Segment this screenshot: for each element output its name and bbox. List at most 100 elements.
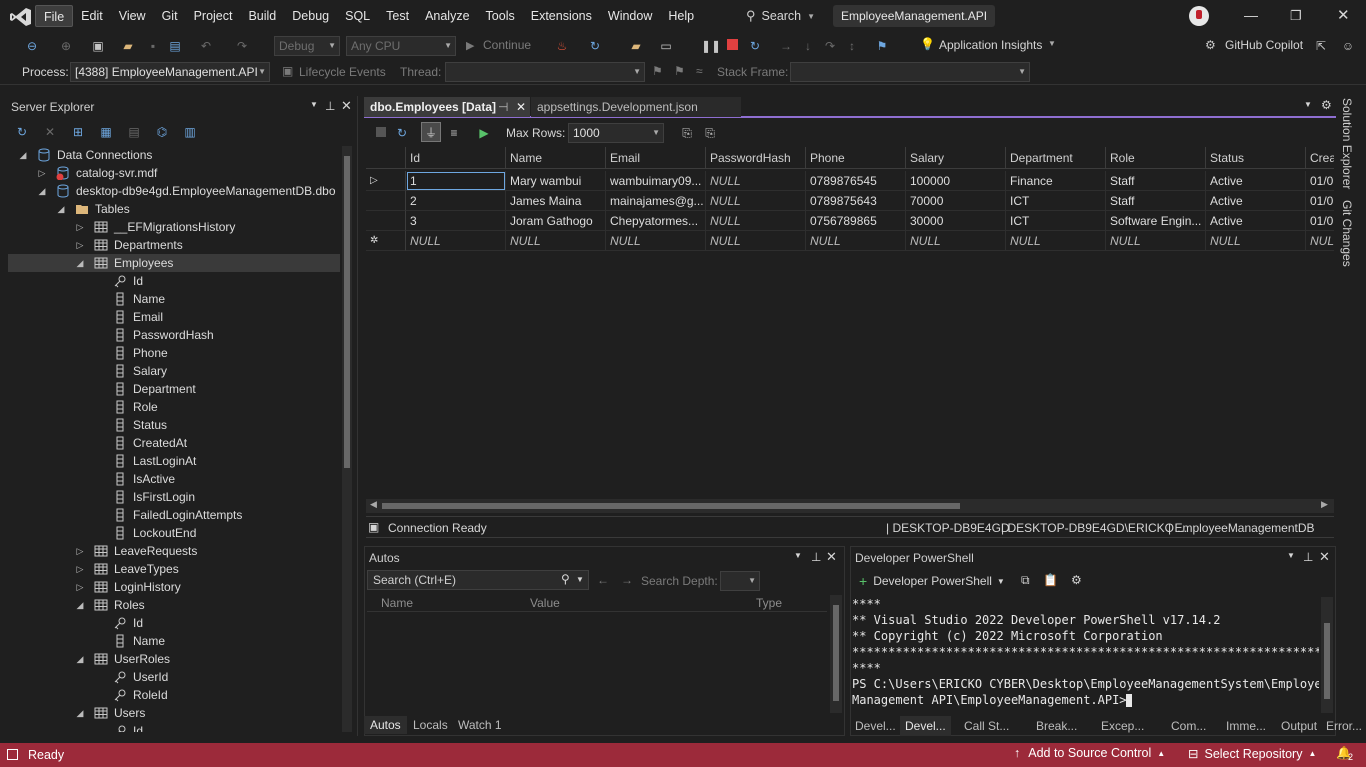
column-header[interactable]: Crea xyxy=(1306,147,1334,169)
tree-item[interactable]: Id xyxy=(8,272,340,290)
grid-cell[interactable]: ICT xyxy=(1006,191,1106,211)
azure-icon[interactable]: ▤ xyxy=(124,122,144,142)
search-box[interactable]: ⚲ Search ▼ xyxy=(746,5,815,27)
menu-view[interactable]: View xyxy=(111,5,154,27)
sharepoint-icon[interactable]: ⌬ xyxy=(152,122,172,142)
grid-cell[interactable]: NULL xyxy=(1006,231,1106,251)
chevron-down-icon[interactable]: ▼ xyxy=(310,100,318,109)
menu-help[interactable]: Help xyxy=(660,5,702,27)
collapse-icon[interactable]: ◢ xyxy=(75,254,85,272)
tool-tab[interactable]: Com... xyxy=(1166,716,1211,736)
column-header[interactable]: Role xyxy=(1106,147,1206,169)
grid-cell[interactable]: 01/0 xyxy=(1306,211,1334,231)
tree-item[interactable]: Role xyxy=(8,398,340,416)
scroll-right-icon[interactable]: ▶ xyxy=(1321,499,1328,510)
tab-appsettings[interactable]: appsettings.Development.json xyxy=(531,97,741,117)
minimize-icon[interactable]: — xyxy=(1244,7,1258,23)
max-rows-dropdown[interactable]: 1000 ▼ xyxy=(568,123,664,143)
tree-scrollbar-thumb[interactable] xyxy=(344,156,350,468)
chevron-down-icon[interactable]: ▼ xyxy=(1304,100,1312,109)
new-terminal-button[interactable]: + Developer PowerShell ▼ xyxy=(859,572,1005,590)
collapse-icon[interactable]: ◢ xyxy=(75,596,85,614)
redo-icon[interactable]: ↷ xyxy=(232,36,252,56)
tree-item[interactable]: ▷ Departments xyxy=(8,236,340,254)
tree-item[interactable]: ▷ __EFMigrationsHistory xyxy=(8,218,340,236)
tab-solution-explorer[interactable]: Solution Explorer xyxy=(1340,98,1354,189)
tool-tab[interactable]: Output xyxy=(1276,716,1322,736)
tree-item[interactable]: ◢ Tables xyxy=(8,200,340,218)
tree-item[interactable]: UserId xyxy=(8,668,340,686)
chevron-down-icon[interactable]: ▼ xyxy=(1287,551,1295,560)
feedback-icon[interactable]: ☺ xyxy=(1338,36,1358,56)
step-over-icon[interactable]: ↓ xyxy=(798,36,818,56)
close-icon[interactable]: ✕ xyxy=(341,98,352,114)
tree-item[interactable]: ▷ LeaveRequests xyxy=(8,542,340,560)
forward-icon[interactable]: ⊕ xyxy=(56,36,76,56)
grid-cell[interactable]: Software Engin... xyxy=(1106,211,1206,231)
menu-extensions[interactable]: Extensions xyxy=(523,5,600,27)
autos-scrollbar[interactable] xyxy=(830,595,842,713)
autos-scrollbar-thumb[interactable] xyxy=(833,605,839,701)
menu-git[interactable]: Git xyxy=(154,5,186,27)
scroll-left-icon[interactable]: ◀ xyxy=(370,499,377,510)
row-selector[interactable]: ▷ xyxy=(366,171,406,191)
tool-tab[interactable]: Excep... xyxy=(1096,716,1149,736)
tree-item[interactable]: Phone xyxy=(8,344,340,362)
grid-cell[interactable]: Joram Gathogo xyxy=(506,211,606,231)
menu-debug[interactable]: Debug xyxy=(284,5,337,27)
grid-cell[interactable]: 1 xyxy=(406,171,506,191)
back-icon[interactable]: ⊖ xyxy=(22,36,42,56)
properties-icon[interactable]: ▥ xyxy=(180,122,200,142)
paste-icon[interactable]: 📋 xyxy=(1043,573,1058,587)
tool-tab[interactable]: Call St... xyxy=(959,716,1014,736)
step-over-alt-icon[interactable]: ↷ xyxy=(820,36,840,56)
tree-item[interactable]: Email xyxy=(8,308,340,326)
flag-icon[interactable]: ⚑ xyxy=(652,64,663,78)
back-arrow-icon[interactable]: ← xyxy=(597,573,609,587)
menu-edit[interactable]: Edit xyxy=(73,5,111,27)
configuration-dropdown[interactable]: Debug ▼ xyxy=(274,36,340,56)
grid-cell[interactable]: Active xyxy=(1206,191,1306,211)
open-folder-icon[interactable]: ▰ xyxy=(118,36,138,56)
stack-frame-dropdown[interactable]: ▼ xyxy=(790,62,1030,82)
tree-item[interactable]: Status xyxy=(8,416,340,434)
tree-item[interactable]: Name xyxy=(8,632,340,650)
layout-icon[interactable]: ▭ xyxy=(656,36,676,56)
grid-cell[interactable]: 30000 xyxy=(906,211,1006,231)
step-into-icon[interactable]: → xyxy=(776,36,796,56)
grid-cell[interactable]: 70000 xyxy=(906,191,1006,211)
tree-item[interactable]: ▷ LoginHistory xyxy=(8,578,340,596)
filter-icon[interactable]: ⏚ xyxy=(421,122,441,142)
restart-icon[interactable]: ↻ xyxy=(585,36,605,56)
column-header[interactable]: PasswordHash xyxy=(706,147,806,169)
grid-cell[interactable]: NULL xyxy=(806,231,906,251)
save-all-icon[interactable]: ▤ xyxy=(165,36,185,56)
grid-cell[interactable]: NULL xyxy=(506,231,606,251)
grid-horizontal-scrollbar[interactable]: ◀ ▶ xyxy=(366,499,1334,513)
copy-icon[interactable]: ⧉ xyxy=(1021,573,1030,588)
tree-item[interactable]: ◢ Roles xyxy=(8,596,340,614)
close-icon[interactable]: ✕ xyxy=(1337,6,1350,24)
collapse-icon[interactable]: ◢ xyxy=(37,182,47,200)
refresh-icon[interactable]: ↻ xyxy=(12,122,32,142)
execute-icon[interactable]: ▶ xyxy=(474,123,494,143)
terminal-output[interactable]: **** ** Visual Studio 2022 Developer Powe… xyxy=(851,595,1319,713)
script-icon[interactable]: ⎘ xyxy=(677,123,697,143)
step-out-icon[interactable]: ↕ xyxy=(842,36,862,56)
grid-cell[interactable]: mainajames@g... xyxy=(606,191,706,211)
tab-locals[interactable]: Locals xyxy=(408,718,453,732)
column-header[interactable]: Salary xyxy=(906,147,1006,169)
menu-tools[interactable]: Tools xyxy=(478,5,523,27)
grid-cell[interactable]: Active xyxy=(1206,171,1306,191)
notifications-button[interactable]: 🔔 2 xyxy=(1336,746,1353,762)
menu-test[interactable]: Test xyxy=(378,5,417,27)
grid-cell[interactable]: 2 xyxy=(406,191,506,211)
menu-project[interactable]: Project xyxy=(186,5,241,27)
menu-window[interactable]: Window xyxy=(600,5,660,27)
restore-icon[interactable]: ❐ xyxy=(1290,8,1302,24)
tree-item[interactable]: IsFirstLogin xyxy=(8,488,340,506)
grid-cell[interactable]: Staff xyxy=(1106,191,1206,211)
menu-build[interactable]: Build xyxy=(240,5,284,27)
search-depth-dropdown[interactable]: ▼ xyxy=(720,571,760,591)
expand-icon[interactable]: ▷ xyxy=(75,560,85,578)
